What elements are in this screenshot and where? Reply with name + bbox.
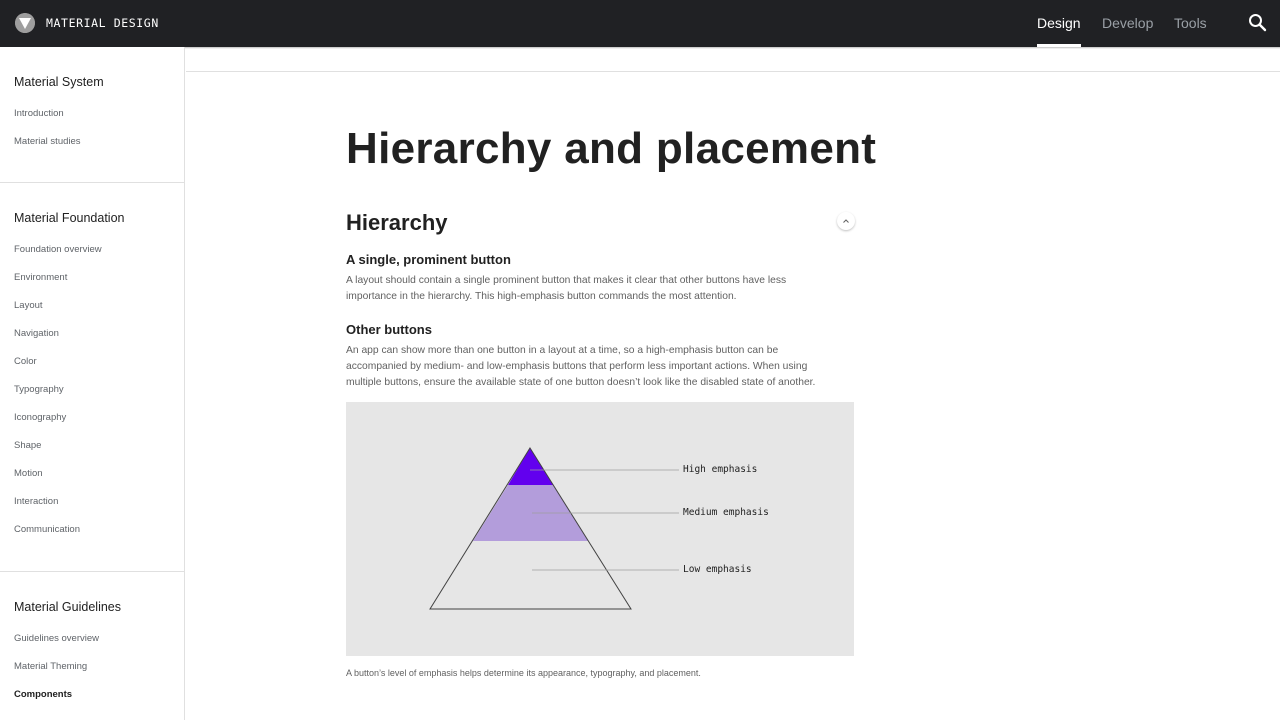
- sidebar-item-components[interactable]: Components: [14, 689, 72, 700]
- section-title-hierarchy: Hierarchy: [346, 210, 448, 235]
- brand-title[interactable]: MATERIAL DESIGN: [46, 16, 159, 30]
- sidebar-heading-material-system[interactable]: Material System: [14, 75, 104, 89]
- search-icon[interactable]: [1248, 13, 1268, 33]
- paragraph-line: accompanied by medium- and low-emphasis …: [346, 361, 808, 372]
- emphasis-pyramid-diagram: [429, 447, 679, 610]
- tab-design-label: Design: [1037, 15, 1081, 31]
- paragraph-single-button: A layout should contain a single promine…: [346, 273, 851, 305]
- sidebar-item-material-theming[interactable]: Material Theming: [14, 661, 87, 672]
- sidebar-divider: [0, 182, 184, 183]
- sidebar-item-typography[interactable]: Typography: [14, 384, 64, 395]
- sidebar-divider: [0, 571, 184, 572]
- sidebar-item-motion[interactable]: Motion: [14, 468, 43, 479]
- paragraph-line: A layout should contain a single promine…: [346, 275, 787, 286]
- tab-tools-label: Tools: [1174, 15, 1207, 31]
- sidebar-item-foundation-overview[interactable]: Foundation overview: [14, 244, 102, 255]
- label-high-emphasis: High emphasis: [683, 464, 758, 475]
- content-top-divider: [186, 71, 1280, 72]
- label-medium-emphasis: Medium emphasis: [683, 507, 769, 518]
- sidebar-item-interaction[interactable]: Interaction: [14, 496, 58, 507]
- tab-design[interactable]: Design: [1037, 0, 1081, 47]
- sidebar-item-guidelines-overview[interactable]: Guidelines overview: [14, 633, 99, 644]
- high-emphasis-tier: [508, 448, 553, 485]
- sidebar-item-material-studies[interactable]: Material studies: [14, 136, 81, 147]
- tab-develop-label: Develop: [1102, 15, 1154, 31]
- tab-tools[interactable]: Tools: [1174, 0, 1207, 47]
- paragraph-line: importance in the hierarchy. This high-e…: [346, 291, 737, 302]
- sidebar-heading-material-guidelines[interactable]: Material Guidelines: [14, 600, 121, 614]
- sidebar-nav: Material System Introduction Material st…: [0, 47, 185, 720]
- chevron-up-icon: [843, 219, 849, 223]
- tab-develop[interactable]: Develop: [1102, 0, 1153, 47]
- sidebar-heading-material-foundation[interactable]: Material Foundation: [14, 211, 124, 225]
- sidebar-item-color[interactable]: Color: [14, 356, 37, 367]
- sidebar-item-introduction[interactable]: Introduction: [14, 108, 64, 119]
- sidebar-item-shape[interactable]: Shape: [14, 440, 41, 451]
- top-app-bar: MATERIAL DESIGN Design Develop Tools: [0, 0, 1280, 47]
- sidebar-item-navigation[interactable]: Navigation: [14, 328, 59, 339]
- material-logo-icon[interactable]: [15, 13, 35, 33]
- paragraph-line: multiple buttons, ensure the available s…: [346, 377, 816, 388]
- page-title: Hierarchy and placement: [346, 124, 877, 173]
- sidebar-item-iconography[interactable]: Iconography: [14, 412, 66, 423]
- label-low-emphasis: Low emphasis: [683, 564, 752, 575]
- emphasis-pyramid-figure: High emphasis Medium emphasis Low emphas…: [346, 402, 854, 656]
- sidebar-item-communication[interactable]: Communication: [14, 524, 80, 535]
- paragraph-other-buttons: An app can show more than one button in …: [346, 343, 851, 391]
- subsection-title-single-button: A single, prominent button: [346, 252, 511, 267]
- paragraph-line: An app can show more than one button in …: [346, 345, 779, 356]
- top-bar-shadow: [0, 47, 1280, 49]
- subsection-title-other-buttons: Other buttons: [346, 322, 432, 337]
- sidebar-item-layout[interactable]: Layout: [14, 300, 43, 311]
- low-emphasis-tier: [430, 541, 631, 609]
- figure-caption: A button’s level of emphasis helps deter…: [346, 668, 701, 678]
- collapse-section-button[interactable]: [837, 212, 855, 230]
- sidebar-item-environment[interactable]: Environment: [14, 272, 67, 283]
